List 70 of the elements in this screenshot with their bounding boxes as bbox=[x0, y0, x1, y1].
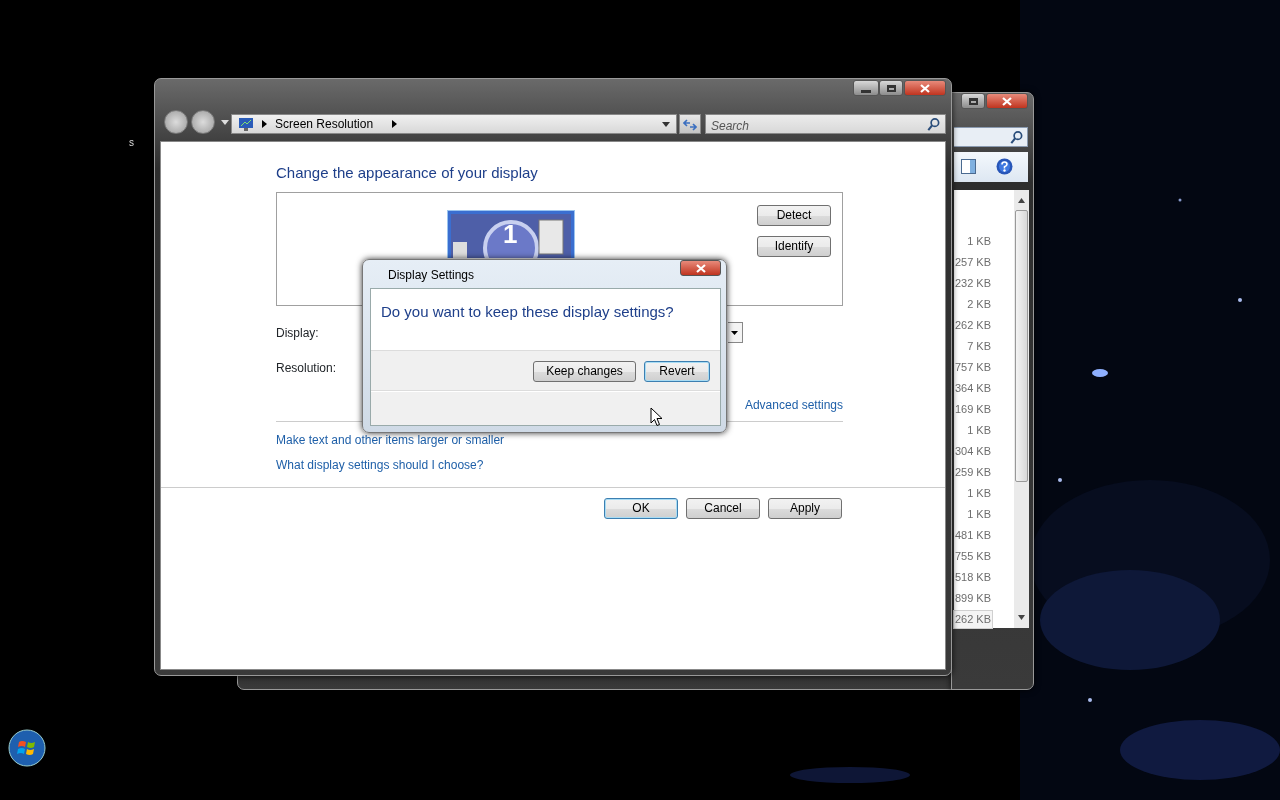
scroll-down-icon[interactable] bbox=[1018, 615, 1025, 620]
close-icon bbox=[1002, 96, 1012, 106]
size-cell-text: 481 KB bbox=[953, 528, 992, 543]
dialog-button[interactable]: Revert bbox=[644, 361, 710, 382]
side-button[interactable]: Identify bbox=[757, 236, 831, 257]
page-heading: Change the appearance of your display bbox=[276, 163, 539, 183]
chevron-icon bbox=[262, 120, 267, 128]
breadcrumb-text[interactable]: Screen Resolution bbox=[275, 115, 374, 133]
back-button[interactable] bbox=[164, 110, 188, 134]
chevron-icon bbox=[392, 120, 398, 128]
advanced-settings-link[interactable]: Advanced settings bbox=[744, 396, 843, 414]
search-icon[interactable] bbox=[926, 117, 940, 132]
refresh-button[interactable] bbox=[679, 114, 701, 134]
size-cell-text: 2 KB bbox=[966, 297, 992, 312]
size-cell-text: 518 KB bbox=[953, 570, 992, 585]
maximize-button[interactable] bbox=[879, 80, 903, 96]
maximize-button[interactable] bbox=[961, 93, 985, 109]
size-cell-text: 259 KB bbox=[953, 465, 992, 480]
scrollbar[interactable] bbox=[1014, 190, 1029, 628]
monitor-icon bbox=[239, 117, 253, 131]
help-link[interactable]: Make text and other items larger or smaller bbox=[276, 433, 505, 447]
close-icon bbox=[695, 263, 706, 273]
preview-pane-icon[interactable] bbox=[961, 159, 976, 174]
help-link[interactable]: What display settings should I choose? bbox=[276, 458, 484, 472]
size-cell: 262 KB bbox=[952, 610, 993, 629]
search-field[interactable] bbox=[954, 127, 1028, 147]
size-cell-text: 364 KB bbox=[953, 381, 992, 396]
monitor-number: 1 bbox=[503, 221, 518, 247]
desktop-text: s bbox=[129, 136, 134, 150]
dropdown-button[interactable] bbox=[728, 322, 743, 343]
start-button-icon[interactable] bbox=[8, 729, 46, 767]
field-label: Display: bbox=[276, 324, 319, 342]
help-icon[interactable] bbox=[996, 158, 1013, 175]
size-cell-text: 1 KB bbox=[966, 507, 992, 522]
size-cell-text: 755 KB bbox=[953, 549, 992, 564]
footer-button[interactable]: Apply bbox=[768, 498, 842, 519]
size-cell-text: 7 KB bbox=[966, 339, 992, 354]
size-cell-text: 1 KB bbox=[966, 486, 992, 501]
close-button[interactable] bbox=[904, 80, 946, 96]
dialog-question: Do you want to keep these display settings? bbox=[381, 302, 674, 322]
search-field[interactable]: Search bbox=[705, 114, 946, 134]
side-button[interactable]: Detect bbox=[757, 205, 831, 226]
size-cell-text: 757 KB bbox=[953, 360, 992, 375]
size-cell-text: 262 KB bbox=[953, 318, 992, 333]
close-button[interactable] bbox=[986, 93, 1028, 109]
search-placeholder: Search bbox=[711, 118, 750, 135]
size-cell-text: 257 KB bbox=[953, 255, 992, 270]
close-button[interactable] bbox=[680, 260, 721, 276]
scroll-thumb[interactable] bbox=[1015, 210, 1028, 482]
address-bar[interactable]: Screen Resolution bbox=[231, 114, 677, 134]
size-cell-text: 232 KB bbox=[953, 276, 992, 291]
dialog-title: Display Settings bbox=[388, 267, 475, 284]
close-icon bbox=[920, 83, 930, 93]
dropdown-arrow-icon[interactable] bbox=[662, 121, 670, 127]
dropdown-arrow-icon bbox=[731, 331, 738, 335]
recent-pages-icon[interactable] bbox=[221, 120, 229, 125]
size-cell-text: 1 KB bbox=[966, 423, 992, 438]
monitor-drawing[interactable] bbox=[447, 210, 575, 258]
size-cell-text: 1 KB bbox=[966, 234, 992, 249]
field-label: Resolution: bbox=[276, 359, 337, 377]
size-cell-text: 169 KB bbox=[953, 402, 992, 417]
search-icon bbox=[1009, 130, 1023, 145]
dialog-button[interactable]: Keep changes bbox=[533, 361, 636, 382]
size-cell-text: 304 KB bbox=[953, 444, 992, 459]
forward-button[interactable] bbox=[191, 110, 215, 134]
footer-button[interactable]: OK bbox=[604, 498, 678, 519]
minimize-button[interactable] bbox=[853, 80, 879, 96]
footer-button[interactable]: Cancel bbox=[686, 498, 760, 519]
size-cell-text: 899 KB bbox=[953, 591, 992, 606]
scroll-up-icon[interactable] bbox=[1018, 198, 1025, 203]
